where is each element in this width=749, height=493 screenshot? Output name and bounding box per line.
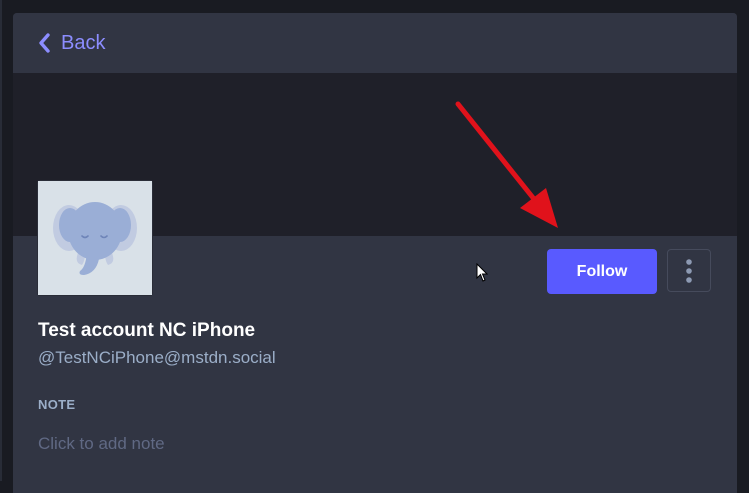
more-options-button[interactable]: [667, 249, 711, 292]
follow-button[interactable]: Follow: [547, 249, 657, 294]
elephant-avatar-icon: [38, 181, 152, 295]
avatar[interactable]: [38, 181, 152, 295]
account-handle: @TestNCiPhone@mstdn.social: [38, 348, 276, 367]
chevron-left-icon: [37, 32, 51, 54]
back-label: Back: [61, 31, 106, 54]
back-button[interactable]: Back: [37, 29, 105, 57]
account-panel: Back Follow Test account NC iPhone @Test…: [13, 13, 737, 493]
background-edge: [0, 0, 2, 481]
note-input[interactable]: [38, 431, 698, 457]
display-name: Test account NC iPhone: [38, 320, 256, 341]
column-header: Back: [13, 13, 737, 73]
more-vertical-icon: [685, 258, 693, 284]
note-label: NOTE: [38, 397, 76, 412]
